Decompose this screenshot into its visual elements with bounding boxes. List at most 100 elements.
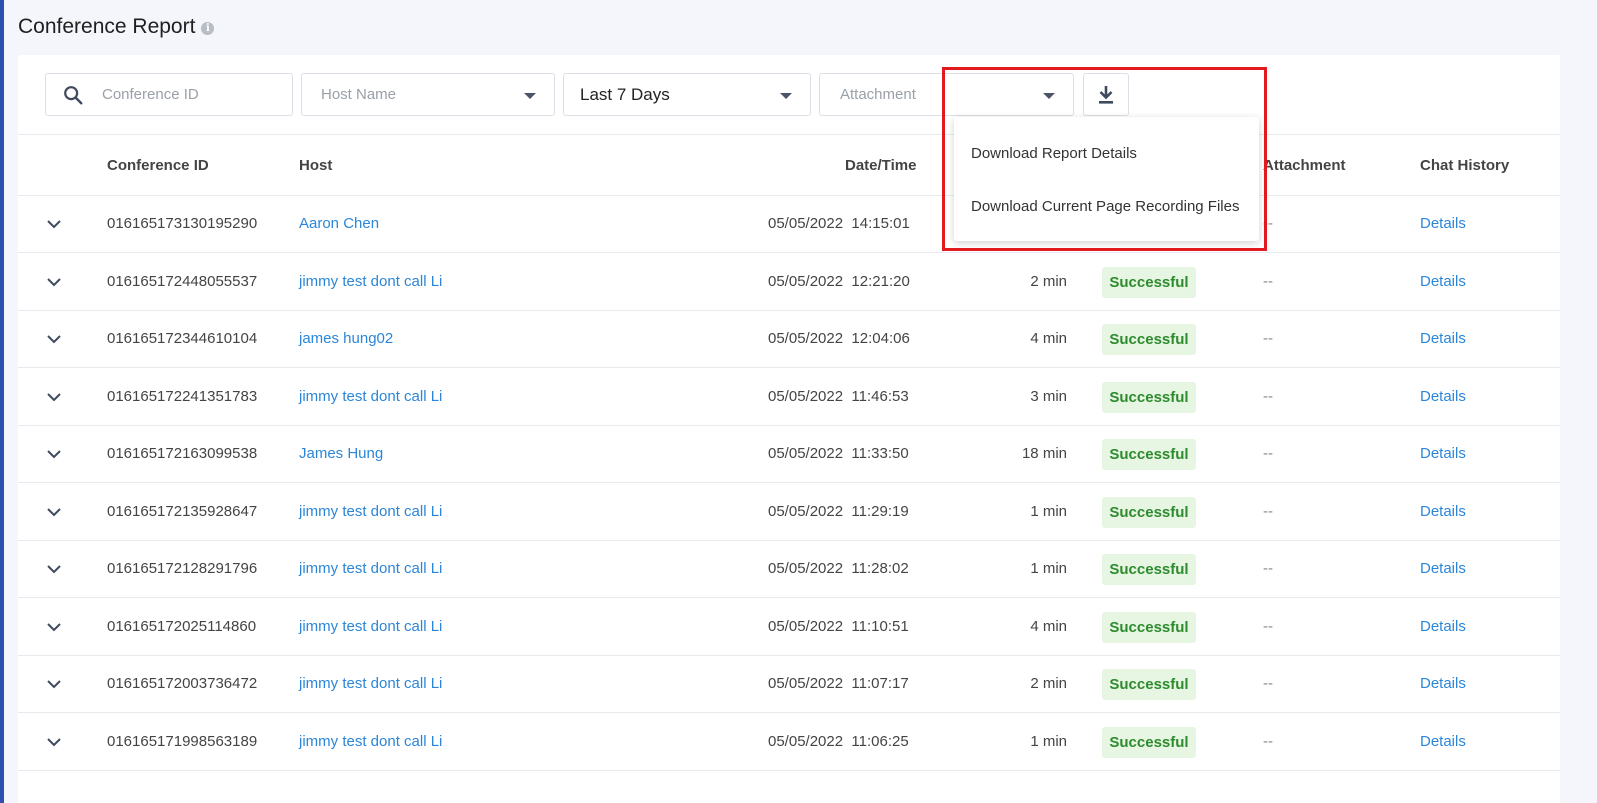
table-row: 016165171998563189 jimmy test dont call L… bbox=[18, 714, 1560, 771]
details-link[interactable]: Details bbox=[1420, 618, 1466, 635]
chevron-down-icon bbox=[780, 93, 792, 99]
table-row: 016165172344610104 james hung02 05/05/2022… bbox=[18, 311, 1560, 368]
chevron-down-icon[interactable] bbox=[46, 676, 62, 692]
conference-id-cell: 016165172025114860 bbox=[107, 617, 257, 635]
duration-cell: 2 min bbox=[1030, 272, 1067, 290]
details-link[interactable]: Details bbox=[1420, 388, 1466, 405]
conference-id-cell: 016165172135928647 bbox=[107, 502, 258, 520]
attachment-cell: -- bbox=[1263, 617, 1273, 635]
attachment-cell: -- bbox=[1263, 445, 1273, 462]
datetime-cell: 05/05/2022 11:10:51 bbox=[768, 617, 909, 635]
chevron-down-icon[interactable] bbox=[46, 619, 62, 635]
duration-cell: 4 min bbox=[1030, 617, 1067, 635]
search-icon bbox=[64, 85, 83, 104]
status-badge: Successful bbox=[1102, 266, 1196, 298]
duration-cell: 3 min bbox=[1030, 387, 1067, 405]
attachment-cell: -- bbox=[1263, 560, 1273, 577]
chevron-down-icon[interactable] bbox=[46, 389, 62, 405]
host-link[interactable]: jimmy test dont call Li bbox=[299, 675, 442, 692]
filter-bar: Conference ID Host Name Last 7 Days Atta… bbox=[18, 55, 1560, 135]
conference-id-cell: 016165172241351783 bbox=[107, 387, 258, 405]
details-link[interactable]: Details bbox=[1420, 503, 1466, 520]
table-row: 016165172163099538 James Hung 05/05/2022 1… bbox=[18, 426, 1560, 483]
conference-id-cell: 016165172344610104 bbox=[107, 330, 258, 347]
chevron-down-icon[interactable] bbox=[46, 504, 62, 520]
column-header-datetime: Date/Time bbox=[845, 157, 917, 174]
chevron-down-icon[interactable] bbox=[46, 734, 62, 750]
details-link[interactable]: Details bbox=[1420, 675, 1466, 692]
host-name-placeholder: Host Name bbox=[321, 86, 397, 103]
left-accent-strip bbox=[0, 0, 4, 803]
chevron-down-icon[interactable] bbox=[46, 561, 62, 577]
conference-id-cell: 016165172003736472 bbox=[107, 675, 258, 692]
datetime-cell: 05/05/2022 11:06:25 bbox=[768, 732, 909, 750]
details-link[interactable]: Details bbox=[1420, 273, 1466, 290]
chevron-down-icon[interactable] bbox=[46, 216, 62, 232]
column-header-host: Host bbox=[299, 157, 333, 174]
info-icon[interactable]: i bbox=[201, 21, 215, 35]
duration-cell: 2 min bbox=[1030, 675, 1067, 692]
datetime-cell: 05/05/2022 14:15:01 bbox=[768, 215, 910, 232]
host-name-select[interactable]: Host Name bbox=[301, 73, 555, 116]
attachment-cell: -- bbox=[1263, 675, 1273, 692]
table-row: 016165172025114860 jimmy test dont call L… bbox=[18, 599, 1560, 656]
table-row: 016165173130195290 Aaron Chen 05/05/2022 1… bbox=[18, 196, 1560, 253]
table-row: 016165172135928647 jimmy test dont call L… bbox=[18, 484, 1560, 541]
details-link[interactable]: Details bbox=[1420, 445, 1466, 462]
table-row: 016165172128291796 jimmy test dont call L… bbox=[18, 541, 1560, 598]
datetime-cell: 05/05/2022 12:21:20 bbox=[768, 272, 910, 290]
conference-id-cell: 016165172128291796 bbox=[107, 560, 258, 577]
status-badge: Successful bbox=[1102, 324, 1196, 355]
conference-id-cell: 016165172163099538 bbox=[107, 445, 258, 462]
host-link[interactable]: jimmy test dont call Li bbox=[299, 273, 442, 290]
details-link[interactable]: Details bbox=[1420, 330, 1466, 347]
date-range-value: Last 7 Days bbox=[580, 84, 670, 104]
chevron-down-icon[interactable] bbox=[46, 446, 62, 462]
status-badge: Successful bbox=[1102, 554, 1196, 585]
details-link[interactable]: Details bbox=[1420, 733, 1466, 750]
status-badge: Successful bbox=[1102, 381, 1196, 413]
host-link[interactable]: Aaron Chen bbox=[299, 215, 379, 232]
attachment-cell: -- bbox=[1263, 502, 1273, 520]
details-link[interactable]: Details bbox=[1420, 560, 1466, 577]
host-link[interactable]: jimmy test dont call Li bbox=[299, 618, 442, 635]
attachment-cell: -- bbox=[1263, 732, 1273, 750]
status-badge: Successful bbox=[1102, 726, 1196, 758]
status-badge: Successful bbox=[1102, 611, 1196, 643]
page-header: Conference Report i bbox=[18, 14, 215, 40]
datetime-cell: 05/05/2022 11:29:19 bbox=[768, 502, 909, 520]
status-badge: Successful bbox=[1102, 439, 1196, 470]
table-row: 016165172448055537 jimmy test dont call L… bbox=[18, 254, 1560, 311]
attachment-placeholder: Attachment bbox=[840, 86, 916, 103]
duration-cell: 18 min bbox=[1021, 445, 1067, 462]
attachment-cell: -- bbox=[1263, 272, 1273, 290]
annotation-highlight-box bbox=[942, 67, 1267, 251]
column-header-chat-history: Chat History bbox=[1420, 157, 1510, 174]
report-card: Conference ID Host Name Last 7 Days Atta… bbox=[18, 55, 1560, 803]
details-link[interactable]: Details bbox=[1420, 215, 1466, 232]
datetime-cell: 05/05/2022 11:33:50 bbox=[768, 445, 909, 462]
page-title: Conference Report bbox=[18, 15, 196, 38]
host-link[interactable]: James Hung bbox=[299, 445, 383, 462]
duration-cell: 1 min bbox=[1030, 560, 1067, 577]
datetime-cell: 05/05/2022 11:07:17 bbox=[768, 675, 909, 692]
datetime-cell: 05/05/2022 11:28:02 bbox=[768, 560, 909, 577]
status-badge: Successful bbox=[1102, 496, 1196, 528]
conference-id-cell: 016165173130195290 bbox=[107, 215, 258, 232]
datetime-cell: 05/05/2022 11:46:53 bbox=[768, 387, 909, 405]
host-link[interactable]: jimmy test dont call Li bbox=[299, 560, 442, 577]
host-link[interactable]: jimmy test dont call Li bbox=[299, 503, 442, 520]
host-link[interactable]: jimmy test dont call Li bbox=[299, 388, 442, 405]
chevron-down-icon[interactable] bbox=[46, 274, 62, 290]
conference-id-cell: 016165172448055537 bbox=[107, 272, 258, 290]
host-link[interactable]: jimmy test dont call Li bbox=[299, 733, 442, 750]
date-range-select[interactable]: Last 7 Days bbox=[563, 73, 811, 116]
conference-id-search-field[interactable]: Conference ID bbox=[45, 73, 293, 116]
duration-cell: 4 min bbox=[1030, 330, 1067, 347]
status-badge: Successful bbox=[1102, 669, 1196, 700]
table-header: Conference ID Host Date/Time Attachment … bbox=[18, 135, 1560, 196]
table-row: 016165172003736472 jimmy test dont call L… bbox=[18, 656, 1560, 713]
duration-cell: 1 min bbox=[1030, 502, 1067, 520]
chevron-down-icon[interactable] bbox=[46, 331, 62, 347]
host-link[interactable]: james hung02 bbox=[299, 330, 393, 347]
